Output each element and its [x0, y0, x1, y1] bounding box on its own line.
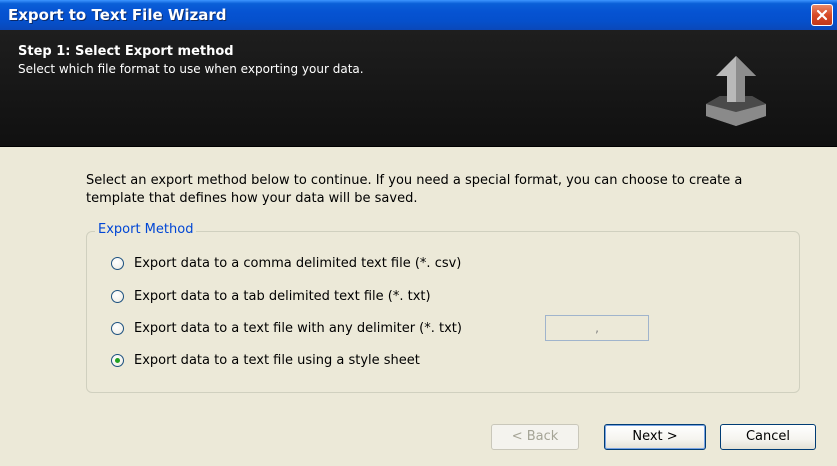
option-any-delimiter[interactable]: Export data to a text file with any deli…: [111, 318, 462, 338]
radio-csv[interactable]: [111, 256, 124, 270]
option-any-delimiter-label: Export data to a text file with any deli…: [134, 320, 462, 336]
export-method-group: Export Method Export data to a comma del…: [86, 222, 800, 393]
option-style-sheet-label: Export data to a text file using a style…: [134, 352, 420, 368]
radio-style-sheet[interactable]: [111, 353, 124, 367]
option-csv-label: Export data to a comma delimited text fi…: [134, 255, 462, 271]
instructions-text: Select an export method below to continu…: [86, 173, 743, 206]
next-button[interactable]: Next >: [604, 424, 706, 450]
delimiter-field[interactable]: ,: [545, 315, 649, 341]
option-csv[interactable]: Export data to a comma delimited text fi…: [111, 253, 461, 273]
step-subtitle: Select which file format to use when exp…: [18, 62, 364, 76]
option-tab-label: Export data to a tab delimited text file…: [134, 288, 431, 304]
step-title: Step 1: Select Export method: [18, 44, 234, 59]
wizard-window: Export to Text File Wizard Step 1: Selec…: [0, 0, 837, 466]
back-button[interactable]: < Back: [491, 424, 579, 450]
export-method-legend: Export Method: [95, 222, 197, 237]
title-bar[interactable]: Export to Text File Wizard: [0, 0, 837, 30]
close-icon: [816, 9, 828, 21]
cancel-button[interactable]: Cancel: [720, 424, 816, 450]
window-title: Export to Text File Wizard: [8, 6, 227, 24]
export-arrow-icon: [706, 56, 766, 126]
radio-tab[interactable]: [111, 289, 124, 303]
radio-any-delimiter[interactable]: [111, 321, 124, 335]
option-tab[interactable]: Export data to a tab delimited text file…: [111, 286, 431, 306]
option-style-sheet[interactable]: Export data to a text file using a style…: [111, 350, 420, 370]
close-button[interactable]: [811, 4, 833, 26]
